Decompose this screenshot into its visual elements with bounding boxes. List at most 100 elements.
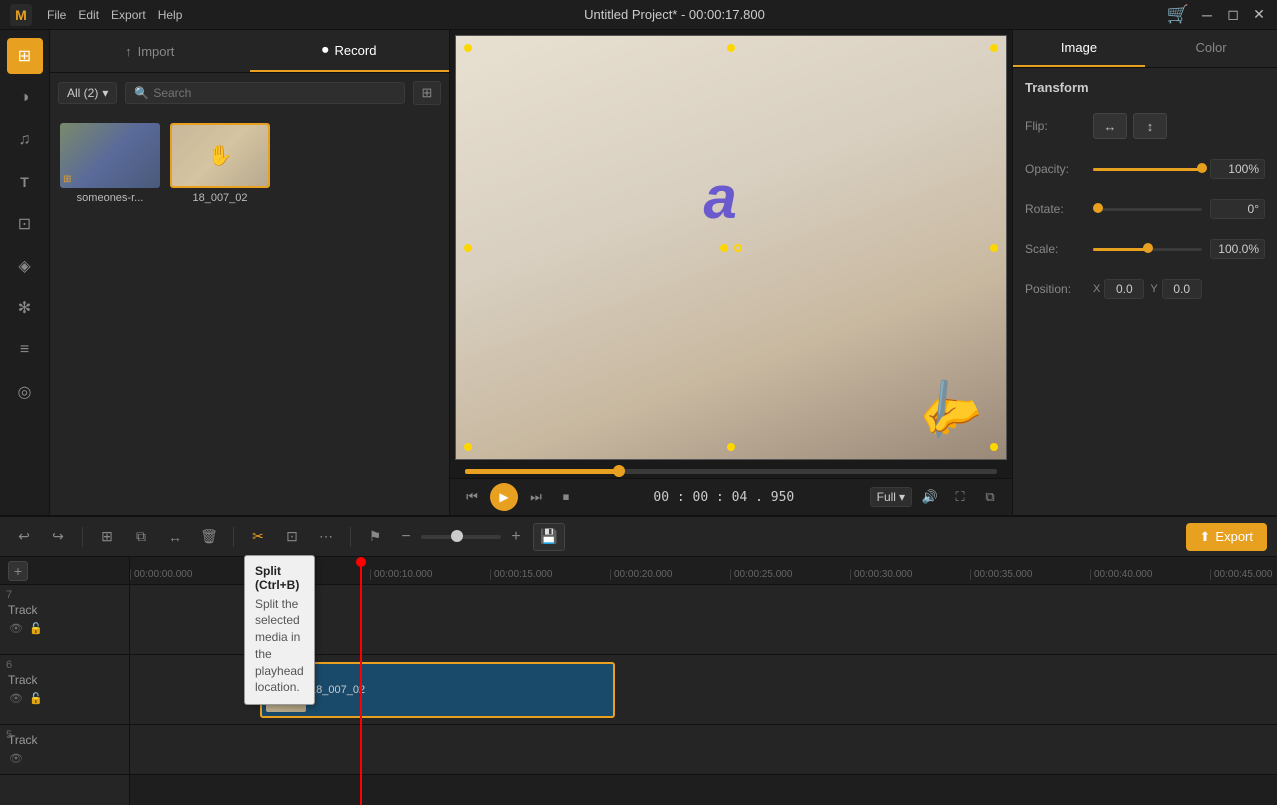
y-input[interactable]: 0.0 [1162,279,1202,299]
export-button[interactable]: ⬆ Export [1186,523,1267,551]
flip-button[interactable]: ↔ [161,523,189,551]
right-content: Transform Flip: ↔ ↕ Opacity: 100% [1013,68,1277,319]
zoom-out-button[interactable]: − [395,526,417,548]
rotate-slider-thumb[interactable] [1093,203,1103,213]
quality-select[interactable]: Full ▾ [870,487,912,507]
menu-edit[interactable]: Edit [78,8,99,22]
stop-button[interactable]: ⏹ [554,485,578,509]
handle-mid-left[interactable] [464,244,472,252]
center-handle-1[interactable] [720,244,728,252]
opacity-slider[interactable] [1093,168,1202,171]
record-tab[interactable]: ⏺ Record [250,30,450,72]
search-input[interactable] [153,86,396,100]
play-button[interactable]: ▶ [490,483,518,511]
flip-vertical-button[interactable]: ↕ [1133,113,1167,139]
delete-button[interactable]: 🗑 [195,523,223,551]
menu-help[interactable]: Help [158,8,183,22]
tab-image[interactable]: Image [1013,30,1145,67]
handle-mid-bottom[interactable] [727,443,735,451]
opacity-row: Opacity: 100% [1025,159,1265,179]
maximize-button[interactable]: ◻ [1225,7,1241,23]
cart-icon[interactable]: 🛒 [1167,4,1189,25]
media-item[interactable]: ⊞ someones-r... [60,123,160,204]
sidebar-item-magic[interactable]: ◎ [7,374,43,410]
forward-button[interactable]: ⏭ [524,485,548,509]
volume-button[interactable]: 🔊 [918,485,942,509]
sidebar-item-audio[interactable]: ♫ [7,122,43,158]
handle-mid-right[interactable] [990,244,998,252]
sidebar-item-stickers[interactable]: ✻ [7,290,43,326]
undo-button[interactable]: ↩ [10,523,38,551]
handle-bottom-left[interactable] [464,443,472,451]
duplicate-button[interactable]: ⧉ [127,523,155,551]
sidebar-item-templates[interactable]: ⊡ [7,206,43,242]
track-visibility-button[interactable]: 👁 [8,751,24,767]
zoom-thumb[interactable] [451,530,463,542]
rotate-input[interactable]: 0° [1210,199,1265,219]
timeline-toolbar: ↩ ↪ ⊞ ⧉ ↔ 🗑 ✂ Split (Ctrl+B) Split the s… [0,517,1277,557]
sidebar-item-effects[interactable]: ◑ [7,80,43,116]
save-button[interactable]: 💾 [533,523,565,551]
add-track-button[interactable]: + [8,561,28,581]
grid-toggle-button[interactable]: ⊞ [413,81,441,105]
menu-file[interactable]: File [47,8,66,22]
right-tabs: Image Color [1013,30,1277,68]
scale-row: Scale: 100.0% [1025,239,1265,259]
progress-thumb[interactable] [613,465,625,477]
media-item[interactable]: ✋ 18_007_02 [170,123,270,204]
rotate-slider[interactable] [1093,208,1202,211]
rewind-button[interactable]: ⏮ [460,485,484,509]
track-label-5: 5 Track 👁 [0,725,129,775]
import-tab[interactable]: ↑ Import [50,30,250,72]
time-mark: 00:00:30.000 [854,569,912,580]
handle-mid-top[interactable] [727,44,735,52]
x-input[interactable]: 0.0 [1104,279,1144,299]
tab-color[interactable]: Color [1145,30,1277,67]
close-button[interactable]: ✕ [1251,7,1267,23]
zoom-in-button[interactable]: + [505,526,527,548]
main-layout: ⊞ ◑ ♫ T ⊡ ◈ ✻ ≡ ◎ ↑ Import ⏺ Record All … [0,30,1277,515]
split-button[interactable]: ✂ [244,523,272,551]
handle-top-left[interactable] [464,44,472,52]
track-row-5[interactable] [130,725,1277,775]
more-button[interactable]: ⋯ [312,523,340,551]
window-title: Untitled Project* - 00:00:17.800 [584,7,765,22]
opacity-input[interactable]: 100% [1210,159,1265,179]
sidebar-item-transitions[interactable]: ◈ [7,248,43,284]
redo-button[interactable]: ↪ [44,523,72,551]
track-lock-button[interactable]: 🔓 [28,621,44,637]
zoom-track[interactable] [421,535,501,539]
minimize-button[interactable]: ─ [1199,7,1215,23]
opacity-slider-thumb[interactable] [1197,163,1207,173]
flip-horizontal-button[interactable]: ↔ [1093,113,1127,139]
center-handle-2[interactable] [734,244,742,252]
x-input-group: X 0.0 [1093,279,1144,299]
playback-controls: ⏮ ▶ ⏭ ⏹ 00 : 00 : 04 . 950 Full ▾ 🔊 ⛶ ⧉ [450,478,1012,515]
marker-button[interactable]: ⚑ [361,523,389,551]
media-filter[interactable]: All (2) ▾ [58,82,117,104]
preview-panel: a ✍️ [450,30,1012,515]
scale-slider-thumb[interactable] [1143,243,1153,253]
record-label: Record [335,43,377,58]
sidebar-item-adjust[interactable]: ≡ [7,332,43,368]
pip-button[interactable]: ⧉ [978,485,1002,509]
playhead-head [356,557,366,567]
scale-input[interactable]: 100.0% [1210,239,1265,259]
menu-export[interactable]: Export [111,8,146,22]
scale-slider[interactable] [1093,248,1202,251]
sidebar-item-media[interactable]: ⊞ [7,38,43,74]
track-lock-button[interactable]: 🔓 [28,691,44,707]
track-visibility-button[interactable]: 👁 [8,691,24,707]
crop-button[interactable]: ⊡ [278,523,306,551]
group-button[interactable]: ⊞ [93,523,121,551]
fullscreen-button[interactable]: ⛶ [948,485,972,509]
media-thumbnail: ⊞ [60,123,160,188]
track-visibility-button[interactable]: 👁 [8,621,24,637]
flip-label: Flip: [1025,119,1085,133]
progress-bar[interactable] [465,469,997,474]
time-mark: 00:00:20.000 [614,569,672,580]
handle-top-right[interactable] [990,44,998,52]
toolbar-separator-2 [233,527,234,547]
sidebar-item-text[interactable]: T [7,164,43,200]
handle-bottom-right[interactable] [990,443,998,451]
